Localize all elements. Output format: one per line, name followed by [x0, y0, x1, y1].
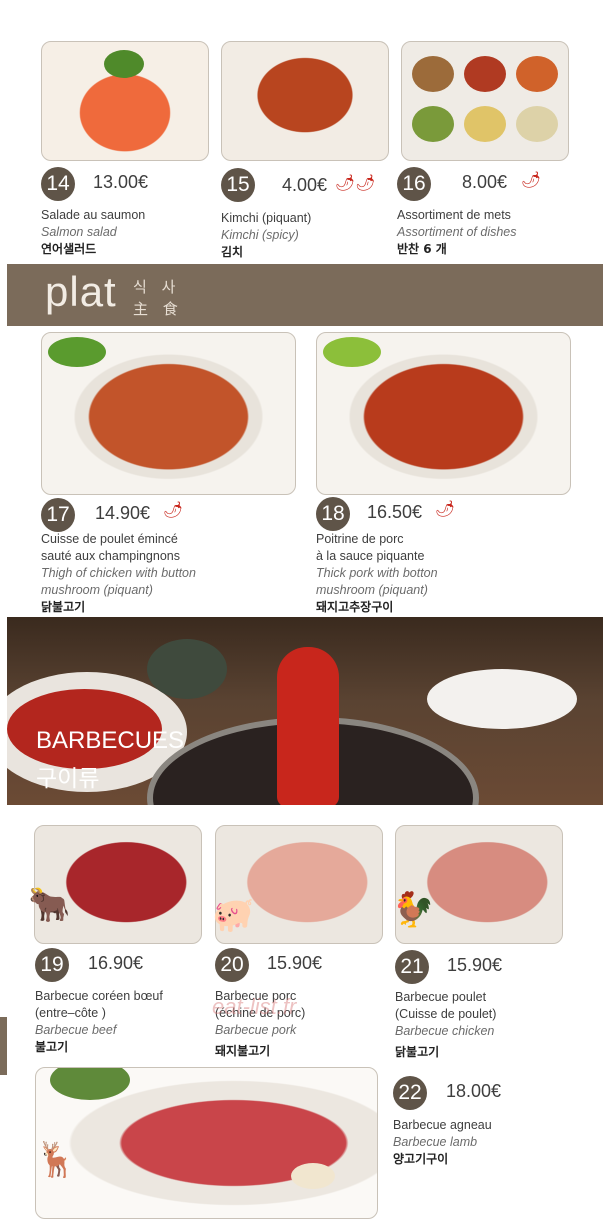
item-price: 16.90€	[88, 953, 144, 973]
item-name-french: sauté aux champingnons	[41, 549, 180, 563]
item-name-korean: 돼지고추장구이	[316, 600, 394, 614]
item-description: Cuisse de poulet émincé sauté aux champi…	[41, 531, 196, 616]
item-name-korean: 돼지불고기	[215, 1044, 271, 1058]
side-dish-bowl	[464, 56, 506, 92]
item-name-korean: 연어샐러드	[41, 242, 97, 256]
item-price: 18.00€	[446, 1081, 502, 1101]
watermark: eat-list.fr	[212, 994, 297, 1019]
item-number-badge: 14	[41, 167, 75, 201]
item-description: Barbecue agneau Barbecue lamb 양고기구이	[393, 1117, 492, 1168]
side-dishes-photo	[401, 41, 569, 161]
side-dish-bowl	[412, 106, 454, 142]
item-name-english: Barbecue chicken	[395, 1024, 495, 1038]
kimchi-photo	[221, 41, 389, 161]
item-name-french: (Cuisse de poulet)	[395, 1007, 497, 1021]
item-name-french: Barbecue agneau	[393, 1118, 492, 1132]
lettuce-garnish	[48, 337, 106, 367]
item-number-badge: 16	[397, 167, 431, 201]
item-number-badge: 20	[215, 948, 249, 982]
item-description: Barbecue poulet (Cuisse de poulet) Barbe…	[395, 989, 496, 1061]
item-name-korean: 불고기	[35, 1040, 69, 1054]
pig-icon: 🐖	[212, 895, 255, 935]
white-plate	[427, 669, 577, 729]
mushroom-slice	[291, 1163, 335, 1189]
item-name-english: Salmon salad	[41, 225, 117, 239]
item-name-french: Cuisse de poulet émincé	[41, 532, 178, 546]
item-name-korean: 김치	[221, 245, 244, 259]
item-number-badge: 19	[35, 948, 69, 982]
salmon-salad-photo	[41, 41, 209, 161]
side-dish-bowl	[516, 106, 558, 142]
side-dish-bowl	[412, 56, 454, 92]
chili-pepper-icon: 🌶	[435, 499, 456, 518]
section-title: plat	[45, 268, 117, 315]
item-name-english: Assortiment of dishes	[397, 225, 517, 239]
item-name-korean: 반찬 6 개	[397, 242, 447, 256]
item-description: Salade au saumon Salmon salad 연어샐러드	[41, 207, 145, 258]
item-description: Assortiment de mets Assortiment of dishe…	[397, 207, 517, 258]
item-price: 4.00€	[282, 175, 328, 195]
cow-icon: 🐂	[28, 885, 71, 925]
item-name-english: Barbecue lamb	[393, 1135, 478, 1149]
chili-pepper-icon: 🌶🌶	[335, 173, 376, 192]
item-price: 15.90€	[447, 955, 503, 975]
deer-icon: 🦌	[35, 1140, 78, 1180]
side-dish-bowl	[464, 106, 506, 142]
item-name-french: Kimchi (piquant)	[221, 211, 312, 225]
item-name-french: Salade au saumon	[41, 208, 146, 222]
side-dish-bowl	[516, 56, 558, 92]
section-title-korean: 구이류	[36, 766, 100, 792]
item-number-badge: 22	[393, 1076, 427, 1110]
item-name-french: Assortiment de mets	[397, 208, 511, 222]
item-number-badge: 15	[221, 168, 255, 202]
item-description: Barbecue coréen bœuf (entre–côte ) Barbe…	[35, 988, 163, 1056]
item-price: 13.00€	[93, 172, 149, 192]
item-name-english: Barbecue pork	[215, 1023, 297, 1037]
section-title-korean: 식 사	[133, 278, 181, 296]
leaf-garnish	[50, 1068, 130, 1100]
item-number-badge: 18	[316, 497, 350, 531]
chili-pepper-icon: 🌶	[163, 500, 184, 519]
item-number-badge: 21	[395, 950, 429, 984]
lettuce-garnish	[323, 337, 381, 367]
item-name-english: Thigh of chicken with button	[41, 566, 196, 580]
item-name-english: mushroom (piquant)	[41, 583, 153, 597]
item-name-french: Barbecue coréen bœuf	[35, 989, 163, 1003]
barbecue-banner-photo: BARBECUES 구이류	[7, 617, 603, 805]
section-title-chinese: 主 食	[133, 300, 183, 318]
item-name-french: Barbecue poulet	[395, 990, 487, 1004]
item-name-french: (entre–côte )	[35, 1006, 106, 1020]
teapot	[147, 639, 227, 699]
item-name-english: Thick pork with botton	[316, 566, 438, 580]
item-price: 14.90€	[95, 503, 151, 523]
lamb-barbecue-photo	[35, 1067, 378, 1219]
item-name-english: Barbecue beef	[35, 1023, 117, 1037]
item-price: 15.90€	[267, 953, 323, 973]
salad-greens	[104, 50, 144, 78]
item-name-english: Kimchi (spicy)	[221, 228, 299, 242]
plat-section-banner: plat 식 사 主 食	[7, 264, 603, 326]
item-number-badge: 17	[41, 498, 75, 532]
item-price: 16.50€	[367, 502, 423, 522]
item-name-korean: 닭불고기	[41, 600, 86, 614]
item-description: Poitrine de porc à la sauce piquante Thi…	[316, 531, 438, 616]
grilled-meat-strip	[277, 647, 339, 805]
item-name-korean: 양고기구이	[393, 1152, 449, 1166]
chili-pepper-icon: 🌶	[521, 170, 542, 189]
item-description: Kimchi (piquant) Kimchi (spicy) 김치	[221, 210, 311, 261]
item-name-korean: 닭불고기	[395, 1045, 440, 1059]
item-name-french: à la sauce piquante	[316, 549, 425, 563]
chicken-icon: 🐓	[392, 890, 435, 930]
chicken-mushroom-photo	[41, 332, 296, 495]
page-edge-tab	[0, 1017, 7, 1075]
item-price: 8.00€	[462, 172, 508, 192]
item-name-french: Poitrine de porc	[316, 532, 404, 546]
item-name-english: mushroom (piquant)	[316, 583, 428, 597]
spicy-pork-photo	[316, 332, 571, 495]
section-title: BARBECUES	[36, 727, 185, 754]
